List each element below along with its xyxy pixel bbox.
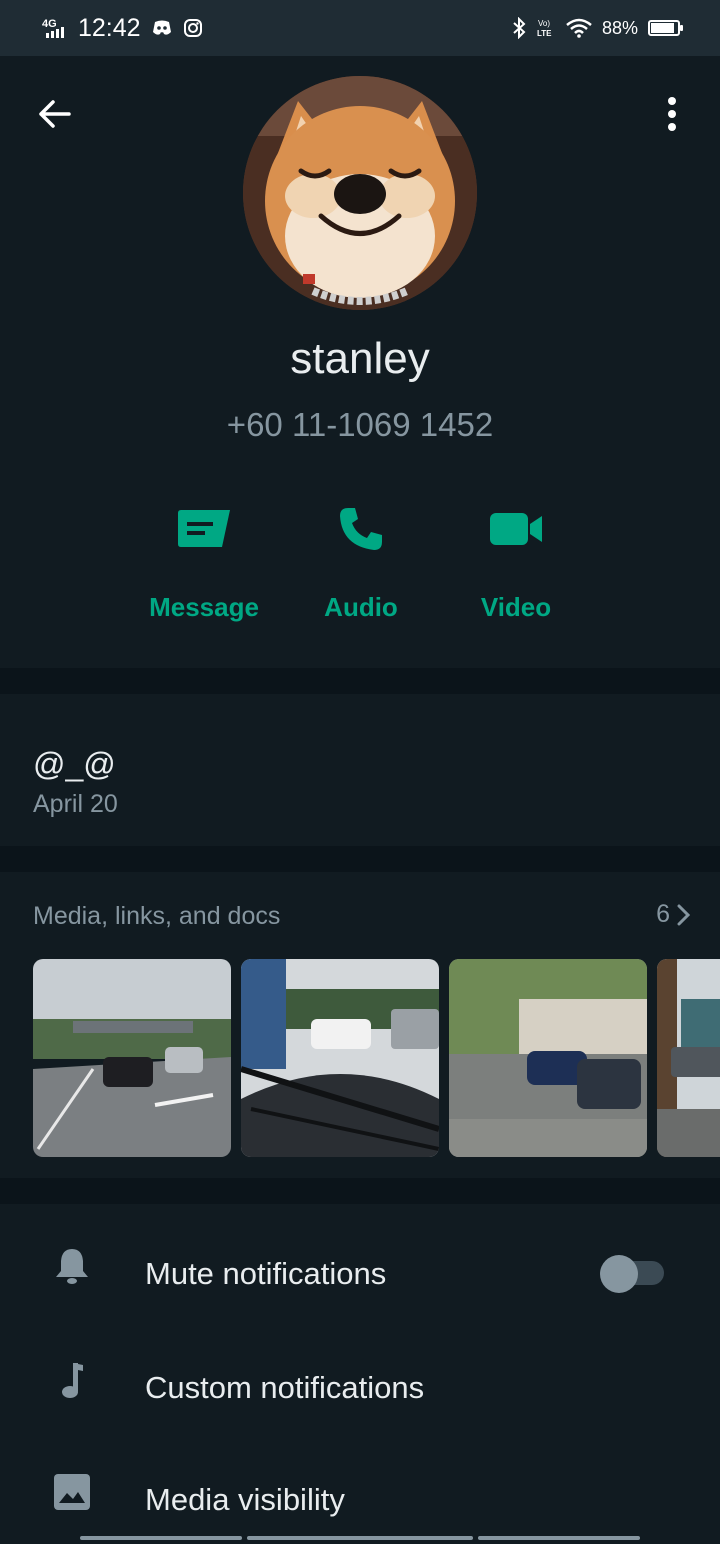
wifi-icon — [566, 18, 592, 38]
more-vertical-icon — [668, 97, 676, 131]
about-section[interactable]: @_@ April 20 — [0, 694, 720, 846]
bell-icon — [56, 1249, 88, 1284]
media-thumbnail[interactable] — [657, 959, 720, 1157]
mute-toggle[interactable] — [600, 1255, 666, 1293]
audio-call-button[interactable]: Audio — [283, 496, 439, 626]
message-button[interactable]: Message — [126, 496, 282, 626]
video-call-button[interactable]: Video — [438, 496, 594, 626]
custom-notifications-row[interactable]: Custom notifications — [0, 1328, 720, 1428]
music-note-icon — [62, 1363, 83, 1398]
media-visibility-row[interactable]: Media visibility — [0, 1440, 720, 1540]
more-options-button[interactable] — [648, 90, 696, 138]
back-arrow-icon — [39, 100, 71, 128]
instagram-icon — [183, 19, 202, 37]
media-section: Media, links, and docs 6 — [0, 872, 720, 1178]
status-bar: 4G 12:42 Vo) LTE 88% — [0, 0, 720, 56]
media-title[interactable]: Media, links, and docs — [33, 902, 280, 931]
gesture-bar — [478, 1536, 640, 1540]
contact-phone: +60 11-1069 1452 — [226, 406, 494, 443]
battery-icon — [648, 20, 683, 36]
media-count: 6 — [656, 900, 670, 928]
mute-notifications-row[interactable]: Mute notifications — [0, 1214, 720, 1314]
media-visibility-label: Media visibility — [145, 1482, 345, 1517]
about-text: @_@ — [33, 746, 116, 782]
image-icon — [54, 1474, 90, 1510]
gesture-bar — [247, 1536, 473, 1540]
audio-label: Audio — [324, 592, 398, 622]
back-button[interactable] — [30, 90, 78, 138]
mute-notifications-label: Mute notifications — [145, 1256, 387, 1291]
profile-avatar[interactable] — [243, 76, 477, 310]
volte-icon: Vo) LTE — [537, 19, 552, 38]
svg-text:LTE: LTE — [537, 29, 552, 38]
gesture-bar — [80, 1536, 242, 1540]
message-label: Message — [149, 592, 259, 622]
custom-notifications-label: Custom notifications — [145, 1370, 425, 1405]
media-thumbnail[interactable] — [449, 959, 647, 1157]
contact-name: stanley — [290, 334, 430, 383]
about-date: April 20 — [33, 790, 118, 818]
media-thumbnail[interactable] — [241, 959, 439, 1157]
profile-header: stanley +60 11-1069 1452 Message Audio V… — [0, 56, 720, 668]
status-time: 12:42 — [78, 13, 141, 42]
settings-list: Mute notifications Custom notifications … — [0, 1204, 720, 1544]
media-thumbnail[interactable] — [33, 959, 231, 1157]
discord-icon — [152, 20, 171, 35]
video-camera-icon — [490, 513, 542, 545]
phone-icon — [340, 508, 382, 550]
media-count-link[interactable]: 6 — [656, 900, 690, 929]
chevron-right-icon — [677, 904, 690, 925]
message-icon — [178, 510, 230, 547]
signal-icon: 4G — [38, 16, 68, 40]
video-label: Video — [480, 592, 552, 622]
bluetooth-icon — [513, 17, 526, 39]
battery-percent: 88% — [601, 17, 638, 38]
svg-text:Vo): Vo) — [538, 19, 550, 28]
